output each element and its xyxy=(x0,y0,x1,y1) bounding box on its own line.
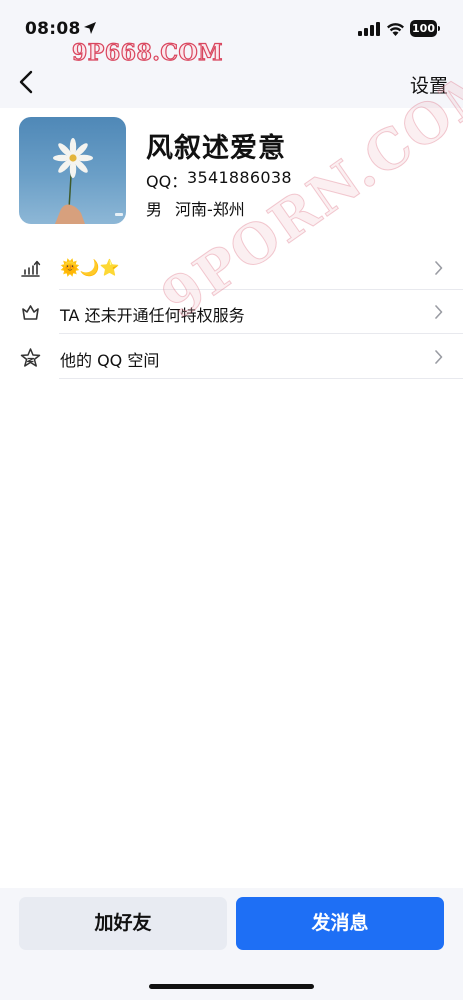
gender: 男 xyxy=(146,200,163,219)
level-chart-icon xyxy=(21,260,41,277)
profile-content: 风叙述爱意 QQ： 3541886038 男 河南-郑州 🌞🌙⭐ TA 还未开通… xyxy=(0,47,463,888)
qzone-text: 他的 QQ 空间 xyxy=(60,351,160,370)
status-bar: 08:08 9P668.COM 100 xyxy=(0,0,463,67)
home-indicator[interactable] xyxy=(149,984,314,989)
back-chevron-icon[interactable] xyxy=(18,70,34,94)
battery-level: 100 xyxy=(410,20,437,37)
star-space-icon xyxy=(20,348,41,367)
status-time: 08:08 xyxy=(25,19,81,39)
battery-icon: 100 xyxy=(410,20,440,37)
qq-number: 3541886038 xyxy=(187,168,292,187)
chevron-right-icon xyxy=(435,305,443,319)
bottom-action-bar: 加好友 发消息 xyxy=(0,888,463,1000)
location-arrow-icon xyxy=(84,22,96,34)
add-friend-button[interactable]: 加好友 xyxy=(19,897,227,950)
region: 河南-郑州 xyxy=(175,200,245,219)
qq-label: QQ： xyxy=(146,172,188,191)
nav-bar: 设置 xyxy=(0,58,463,108)
chevron-right-icon xyxy=(435,261,443,275)
level-badges: 🌞🌙⭐ xyxy=(60,258,120,277)
avatar[interactable] xyxy=(19,117,126,224)
wifi-icon xyxy=(387,23,404,36)
send-message-button[interactable]: 发消息 xyxy=(236,897,444,950)
cellular-signal-icon xyxy=(358,22,380,36)
nickname: 风叙述爱意 xyxy=(146,133,286,164)
flower-photo xyxy=(53,138,123,224)
qzone-row[interactable]: 他的 QQ 空间 xyxy=(0,335,463,379)
crown-icon xyxy=(22,305,39,320)
chevron-right-icon xyxy=(435,350,443,364)
